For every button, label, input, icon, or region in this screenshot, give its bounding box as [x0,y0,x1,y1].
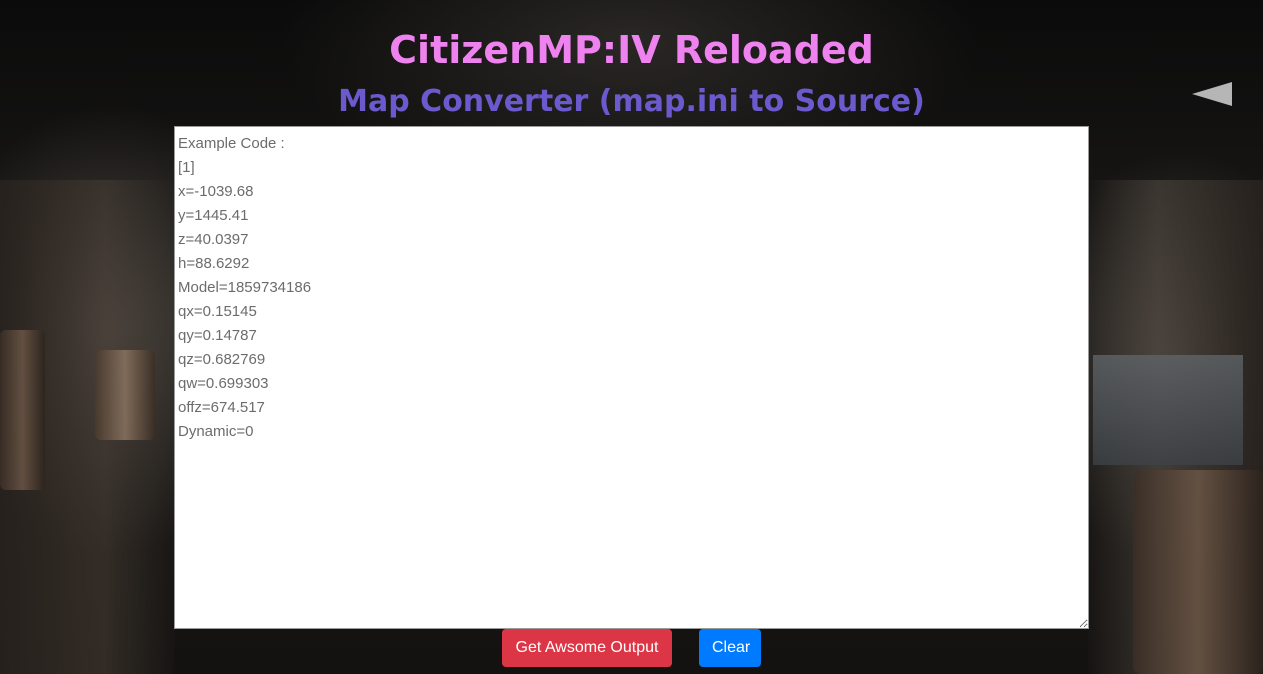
page-title: CitizenMP:IV Reloaded [389,28,874,72]
clear-button[interactable]: Clear [699,629,761,667]
background-barrel [0,330,45,490]
background-pillar-right [1088,180,1263,674]
map-code-input[interactable] [174,126,1089,629]
page-subtitle: Map Converter (map.ini to Source) [338,84,925,119]
get-output-button[interactable]: Get Awsome Output [502,629,672,667]
background-pillar-left [0,180,175,674]
background-sign [1093,355,1243,465]
background-barrel [95,350,155,440]
background-barrel [1133,470,1263,674]
